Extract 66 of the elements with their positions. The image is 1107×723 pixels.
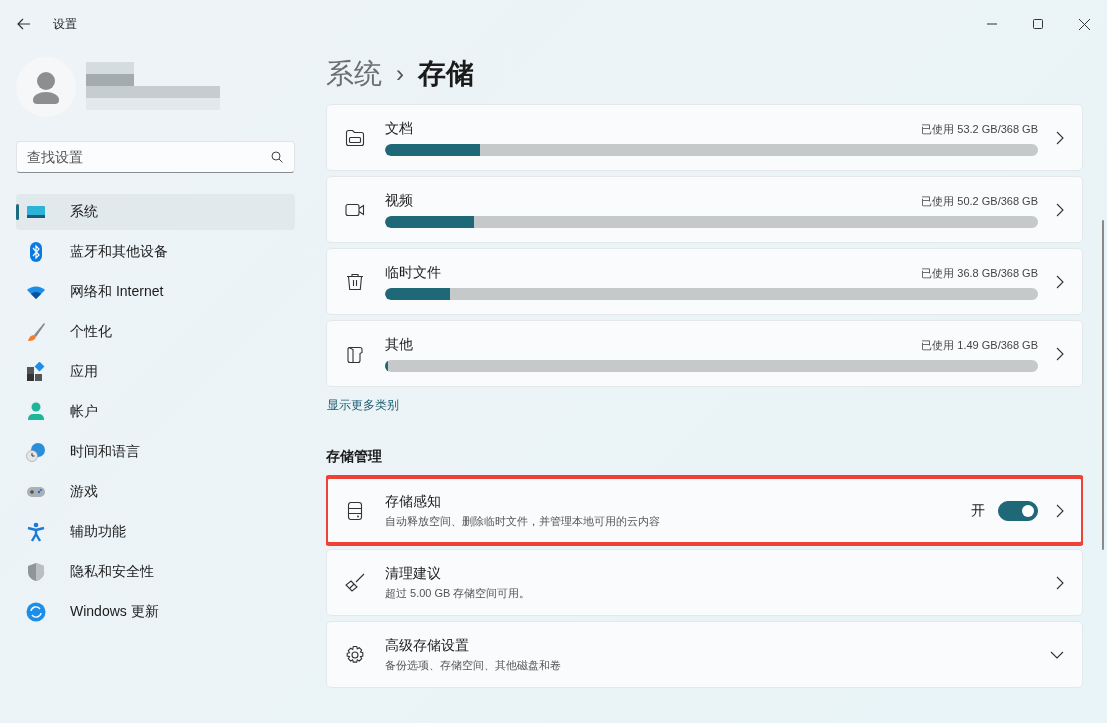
breadcrumb-parent[interactable]: 系统 xyxy=(326,55,382,93)
sidebar-item[interactable]: 系统 xyxy=(16,194,295,230)
close-icon[interactable] xyxy=(1079,18,1090,30)
category-name: 视频 xyxy=(385,191,413,210)
setting-title: 存储感知 xyxy=(385,492,442,511)
toggle-state-label: 开 xyxy=(971,501,985,520)
sidebar-item[interactable]: 网络和 Internet xyxy=(16,274,295,310)
storage-category-card[interactable]: 文档 已使用 53.2 GB/368 GB xyxy=(326,104,1083,171)
setting-card[interactable]: 存储感知 自动释放空间、删除临时文件，并管理本地可用的云内容 开 xyxy=(326,477,1083,544)
accessibility-icon xyxy=(26,522,46,542)
person-icon xyxy=(26,402,46,422)
storage-category-card[interactable]: 其他 已使用 1.49 GB/368 GB xyxy=(326,320,1083,387)
usage-text: 已使用 1.49 GB/368 GB xyxy=(921,337,1038,353)
shield-icon xyxy=(26,562,46,582)
sync-icon xyxy=(26,602,46,622)
chevron-right-icon xyxy=(1056,346,1064,361)
window-title: 设置 xyxy=(53,15,77,33)
sidebar-item[interactable]: 辅助功能 xyxy=(16,514,295,550)
usage-text: 已使用 53.2 GB/368 GB xyxy=(921,121,1038,137)
toggle-switch[interactable] xyxy=(998,500,1038,521)
sidebar-item[interactable]: 应用 xyxy=(16,354,295,390)
search-field[interactable]: 查找设置 xyxy=(16,141,295,173)
sidebar-item[interactable]: 时间和语言 xyxy=(16,434,295,470)
setting-description: 自动释放空间、删除临时文件，并管理本地可用的云内容 xyxy=(385,513,661,529)
usage-text: 已使用 50.2 GB/368 GB xyxy=(921,193,1038,209)
scrollbar[interactable] xyxy=(1102,220,1104,550)
setting-title: 清理建议 xyxy=(385,564,442,583)
setting-card[interactable]: 清理建议 超过 5.00 GB 存储空间可用。 xyxy=(326,549,1083,616)
section-heading: 存储管理 xyxy=(326,448,383,466)
category-name: 临时文件 xyxy=(385,263,441,282)
storage-category-card[interactable]: 视频 已使用 50.2 GB/368 GB xyxy=(326,176,1083,243)
category-name: 其他 xyxy=(385,335,413,354)
paintbrush-icon xyxy=(26,322,46,342)
sidebar-item[interactable]: 个性化 xyxy=(16,314,295,350)
setting-description: 备份选项、存储空间、其他磁盘和卷 xyxy=(385,657,562,673)
chevron-right-icon xyxy=(1056,202,1064,217)
trash-icon xyxy=(345,271,365,292)
sidebar-item[interactable]: Windows 更新 xyxy=(16,594,295,630)
category-name: 文档 xyxy=(385,119,413,138)
globe-clock-icon xyxy=(26,442,46,462)
storage-category-card[interactable]: 临时文件 已使用 36.8 GB/368 GB xyxy=(326,248,1083,315)
maximize-icon[interactable] xyxy=(1033,19,1043,29)
show-more-link[interactable]: 显示更多类别 xyxy=(327,397,1083,414)
gear-icon xyxy=(345,644,365,665)
chevron-right-icon xyxy=(1056,575,1064,590)
sidebar-item[interactable]: 游戏 xyxy=(16,474,295,510)
chevron-right-icon xyxy=(1056,274,1064,289)
storage-drive-icon xyxy=(345,500,365,521)
setting-title: 高级存储设置 xyxy=(385,636,470,655)
usage-text: 已使用 36.8 GB/368 GB xyxy=(921,265,1038,281)
chevron-right-icon xyxy=(1056,130,1064,145)
page-title: 存储 xyxy=(418,57,474,91)
folder-icon xyxy=(345,127,365,148)
search-icon xyxy=(271,151,283,163)
apps-icon xyxy=(26,362,46,382)
setting-card[interactable]: 高级存储设置 备份选项、存储空间、其他磁盘和卷 xyxy=(326,621,1083,688)
sidebar-item[interactable]: 帐户 xyxy=(16,394,295,430)
setting-description: 超过 5.00 GB 存储空间可用。 xyxy=(385,585,532,601)
sidebar-item[interactable]: 蓝牙和其他设备 xyxy=(16,234,295,270)
sidebar-item[interactable]: 隐私和安全性 xyxy=(16,554,295,590)
avatar-icon xyxy=(16,57,76,117)
back-icon[interactable] xyxy=(17,18,31,30)
chevron-right-icon xyxy=(1056,503,1064,518)
chevron-down-icon xyxy=(1050,650,1064,659)
broom-icon xyxy=(345,572,365,593)
breadcrumb-separator: › xyxy=(396,60,404,88)
